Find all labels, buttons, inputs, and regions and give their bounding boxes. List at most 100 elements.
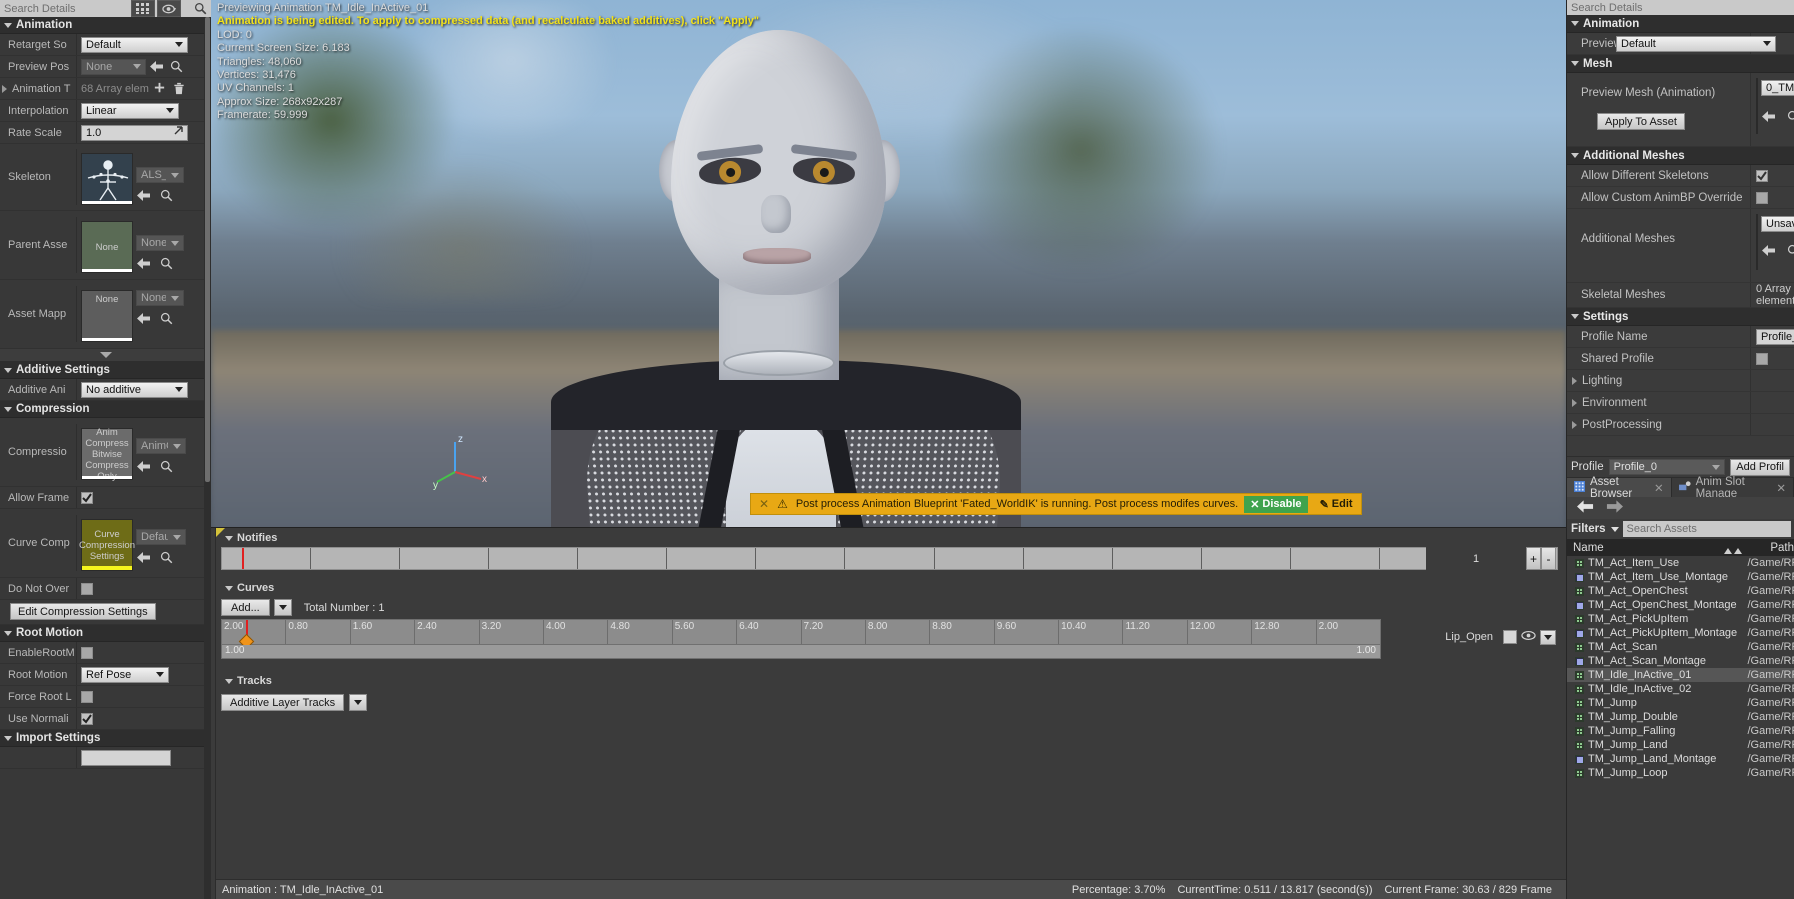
- curve-compression-thumbnail[interactable]: Curve Compression Settings: [79, 519, 135, 571]
- retarget-source-combo[interactable]: Default: [81, 36, 188, 53]
- right-section-settings-header[interactable]: Settings: [1567, 308, 1794, 326]
- browse-asset-icon[interactable]: [158, 187, 174, 203]
- browse-asset-icon[interactable]: [1785, 108, 1794, 124]
- list-item[interactable]: TM_Jump_Falling/Game/RPGEngine: [1567, 724, 1794, 738]
- asset-list[interactable]: TM_Act_Item_Use/Game/RPGEngine TM_Act_It…: [1567, 556, 1794, 899]
- curve-options-dropdown[interactable]: [1540, 629, 1556, 645]
- tracks-section-header[interactable]: Tracks: [217, 671, 1566, 690]
- profile-select[interactable]: Profile_0: [1608, 459, 1726, 475]
- asset-mapping-thumbnail[interactable]: None: [81, 290, 133, 342]
- curve-color-swatch[interactable]: [1503, 630, 1517, 644]
- do-not-override-checkbox[interactable]: [81, 582, 93, 595]
- additive-layer-tracks-dropdown[interactable]: [349, 694, 368, 711]
- section-collapser[interactable]: [0, 349, 211, 362]
- add-curve-dropdown[interactable]: [273, 599, 292, 616]
- details-scrollbar[interactable]: [204, 17, 211, 899]
- use-selected-arrow-icon[interactable]: [136, 255, 152, 271]
- list-item[interactable]: TM_Jump_Double/Game/RPGEngine: [1567, 710, 1794, 724]
- add-notify-track-button[interactable]: +: [1526, 547, 1541, 570]
- add-curve-button[interactable]: Add...: [221, 599, 270, 616]
- eye-icon[interactable]: [1521, 630, 1536, 644]
- parent-asset-thumbnail[interactable]: None: [81, 221, 133, 273]
- column-header-path[interactable]: Path: [1764, 542, 1794, 554]
- compression-asset-combo[interactable]: AnimCom: [136, 438, 186, 454]
- preview-mesh-combo[interactable]: 0_TM_Outfit1_LOD0: [1761, 80, 1794, 96]
- row-environment[interactable]: Environment: [1567, 392, 1794, 414]
- section-import-header[interactable]: Import Settings: [0, 730, 211, 747]
- compression-thumbnail[interactable]: Anim Compress Bitwise Compress Only: [81, 427, 133, 482]
- interpolation-combo[interactable]: Linear: [81, 102, 179, 119]
- use-selected-arrow-icon[interactable]: [136, 549, 152, 565]
- close-icon[interactable]: ✕: [757, 497, 771, 511]
- details-scrollbar-thumb[interactable]: [205, 17, 210, 482]
- allow-different-skeletons-checkbox[interactable]: [1756, 169, 1768, 182]
- profile-name-input[interactable]: Profile_0: [1756, 328, 1794, 345]
- list-item[interactable]: TM_Jump_Land_Montage/Game/RPGEngine: [1567, 752, 1794, 766]
- search-icon[interactable]: [194, 2, 207, 15]
- back-icon[interactable]: [1577, 500, 1594, 516]
- section-compression-header[interactable]: Compression: [0, 401, 211, 418]
- filters-button[interactable]: Filters: [1571, 523, 1619, 535]
- section-additive-header[interactable]: Additive Settings: [0, 362, 211, 379]
- use-selected-arrow-icon[interactable]: [136, 458, 152, 474]
- section-animation-header[interactable]: Animation: [0, 17, 211, 34]
- use-selected-arrow-icon[interactable]: [149, 59, 165, 75]
- grid-view-button[interactable]: [131, 0, 155, 17]
- add-profile-button[interactable]: Add Profil: [1730, 458, 1790, 476]
- notifies-track[interactable]: [221, 547, 1558, 570]
- expand-triangle-icon[interactable]: [1572, 420, 1577, 429]
- list-item[interactable]: TM_Idle_InActive_01/Game/RPGEngine: [1567, 668, 1794, 682]
- right-search-input[interactable]: Search Details: [1571, 2, 1643, 14]
- visibility-eye-button[interactable]: [157, 0, 181, 17]
- expand-triangle-icon[interactable]: [1572, 376, 1577, 385]
- tab-asset-browser[interactable]: Asset Browser ✕: [1567, 476, 1672, 500]
- row-post-processing[interactable]: PostProcessing: [1567, 414, 1794, 436]
- skeleton-asset-combo[interactable]: ALS_Mar: [136, 167, 184, 183]
- rate-scale-input[interactable]: 1.0: [81, 124, 188, 141]
- section-root-motion-header[interactable]: Root Motion: [0, 625, 211, 642]
- use-selected-arrow-icon[interactable]: [1761, 242, 1777, 258]
- list-item[interactable]: TM_Jump_Land/Game/RPGEngine: [1567, 738, 1794, 752]
- list-item[interactable]: TM_Act_Item_Use_Montage/Game/RPGEngine: [1567, 570, 1794, 584]
- right-section-animation-header[interactable]: Animation: [1567, 15, 1794, 33]
- use-selected-arrow-icon[interactable]: [136, 187, 152, 203]
- right-section-additional-meshes-header[interactable]: Additional Meshes: [1567, 147, 1794, 165]
- list-item[interactable]: TM_Jump/Game/RPGEngine: [1567, 696, 1794, 710]
- search-assets-input[interactable]: Search Assets: [1622, 521, 1791, 537]
- root-motion-lock-combo[interactable]: Ref Pose: [81, 666, 169, 683]
- edit-button[interactable]: ✎ Edit: [1314, 496, 1359, 513]
- delete-element-icon[interactable]: [171, 81, 187, 97]
- skeleton-thumbnail[interactable]: [81, 153, 133, 205]
- row-lighting[interactable]: Lighting: [1567, 370, 1794, 392]
- use-normalized-root-motion-checkbox[interactable]: [81, 712, 93, 725]
- preview-controller-combo[interactable]: Default: [1616, 35, 1776, 52]
- list-item[interactable]: TM_Act_PickUpItem/Game/RPGEngine: [1567, 612, 1794, 626]
- allow-frame-stripping-checkbox[interactable]: [81, 491, 93, 504]
- apply-to-asset-button[interactable]: Apply To Asset: [1597, 113, 1685, 130]
- asset-mapping-combo[interactable]: None: [136, 290, 184, 306]
- curve-compression-combo[interactable]: DefaultA: [136, 529, 186, 545]
- import-partial-input[interactable]: [81, 749, 171, 766]
- browse-asset-icon[interactable]: [158, 549, 174, 565]
- browse-asset-icon[interactable]: [158, 458, 174, 474]
- list-item[interactable]: TM_Act_OpenChest/Game/RPGEngine: [1567, 584, 1794, 598]
- additive-layer-tracks-button[interactable]: Additive Layer Tracks: [221, 694, 345, 711]
- browse-asset-icon[interactable]: [158, 310, 174, 326]
- close-icon[interactable]: ✕: [1776, 481, 1786, 495]
- curve-value-row[interactable]: 1.00 1.00: [221, 645, 1381, 659]
- browse-asset-icon[interactable]: [168, 59, 184, 75]
- shared-profile-checkbox[interactable]: [1756, 352, 1768, 365]
- use-selected-arrow-icon[interactable]: [136, 310, 152, 326]
- list-item[interactable]: TM_Act_PickUpItem_Montage/Game/RPGEngine: [1567, 626, 1794, 640]
- preview-mesh-thumbnail[interactable]: [1756, 78, 1758, 134]
- force-root-lock-checkbox[interactable]: [81, 690, 93, 703]
- list-item[interactable]: TM_Act_Scan/Game/RPGEngine: [1567, 640, 1794, 654]
- list-item[interactable]: TM_Jump_Loop/Game/RPGEngine: [1567, 766, 1794, 780]
- additional-meshes-combo[interactable]: UnsavedCollection: [1761, 216, 1794, 232]
- preview-pose-combo[interactable]: None: [81, 58, 146, 75]
- list-item[interactable]: TM_Idle_InActive_02/Game/RPGEngine: [1567, 682, 1794, 696]
- tab-anim-slot-manager[interactable]: Anim Slot Manage ✕: [1671, 476, 1794, 500]
- expand-triangle-icon[interactable]: [1572, 398, 1577, 407]
- curve-time-ruler[interactable]: 2.00 0.80 1.60 2.40 3.20 4.00 4.80 5.60 …: [221, 619, 1381, 650]
- use-selected-arrow-icon[interactable]: [1761, 108, 1777, 124]
